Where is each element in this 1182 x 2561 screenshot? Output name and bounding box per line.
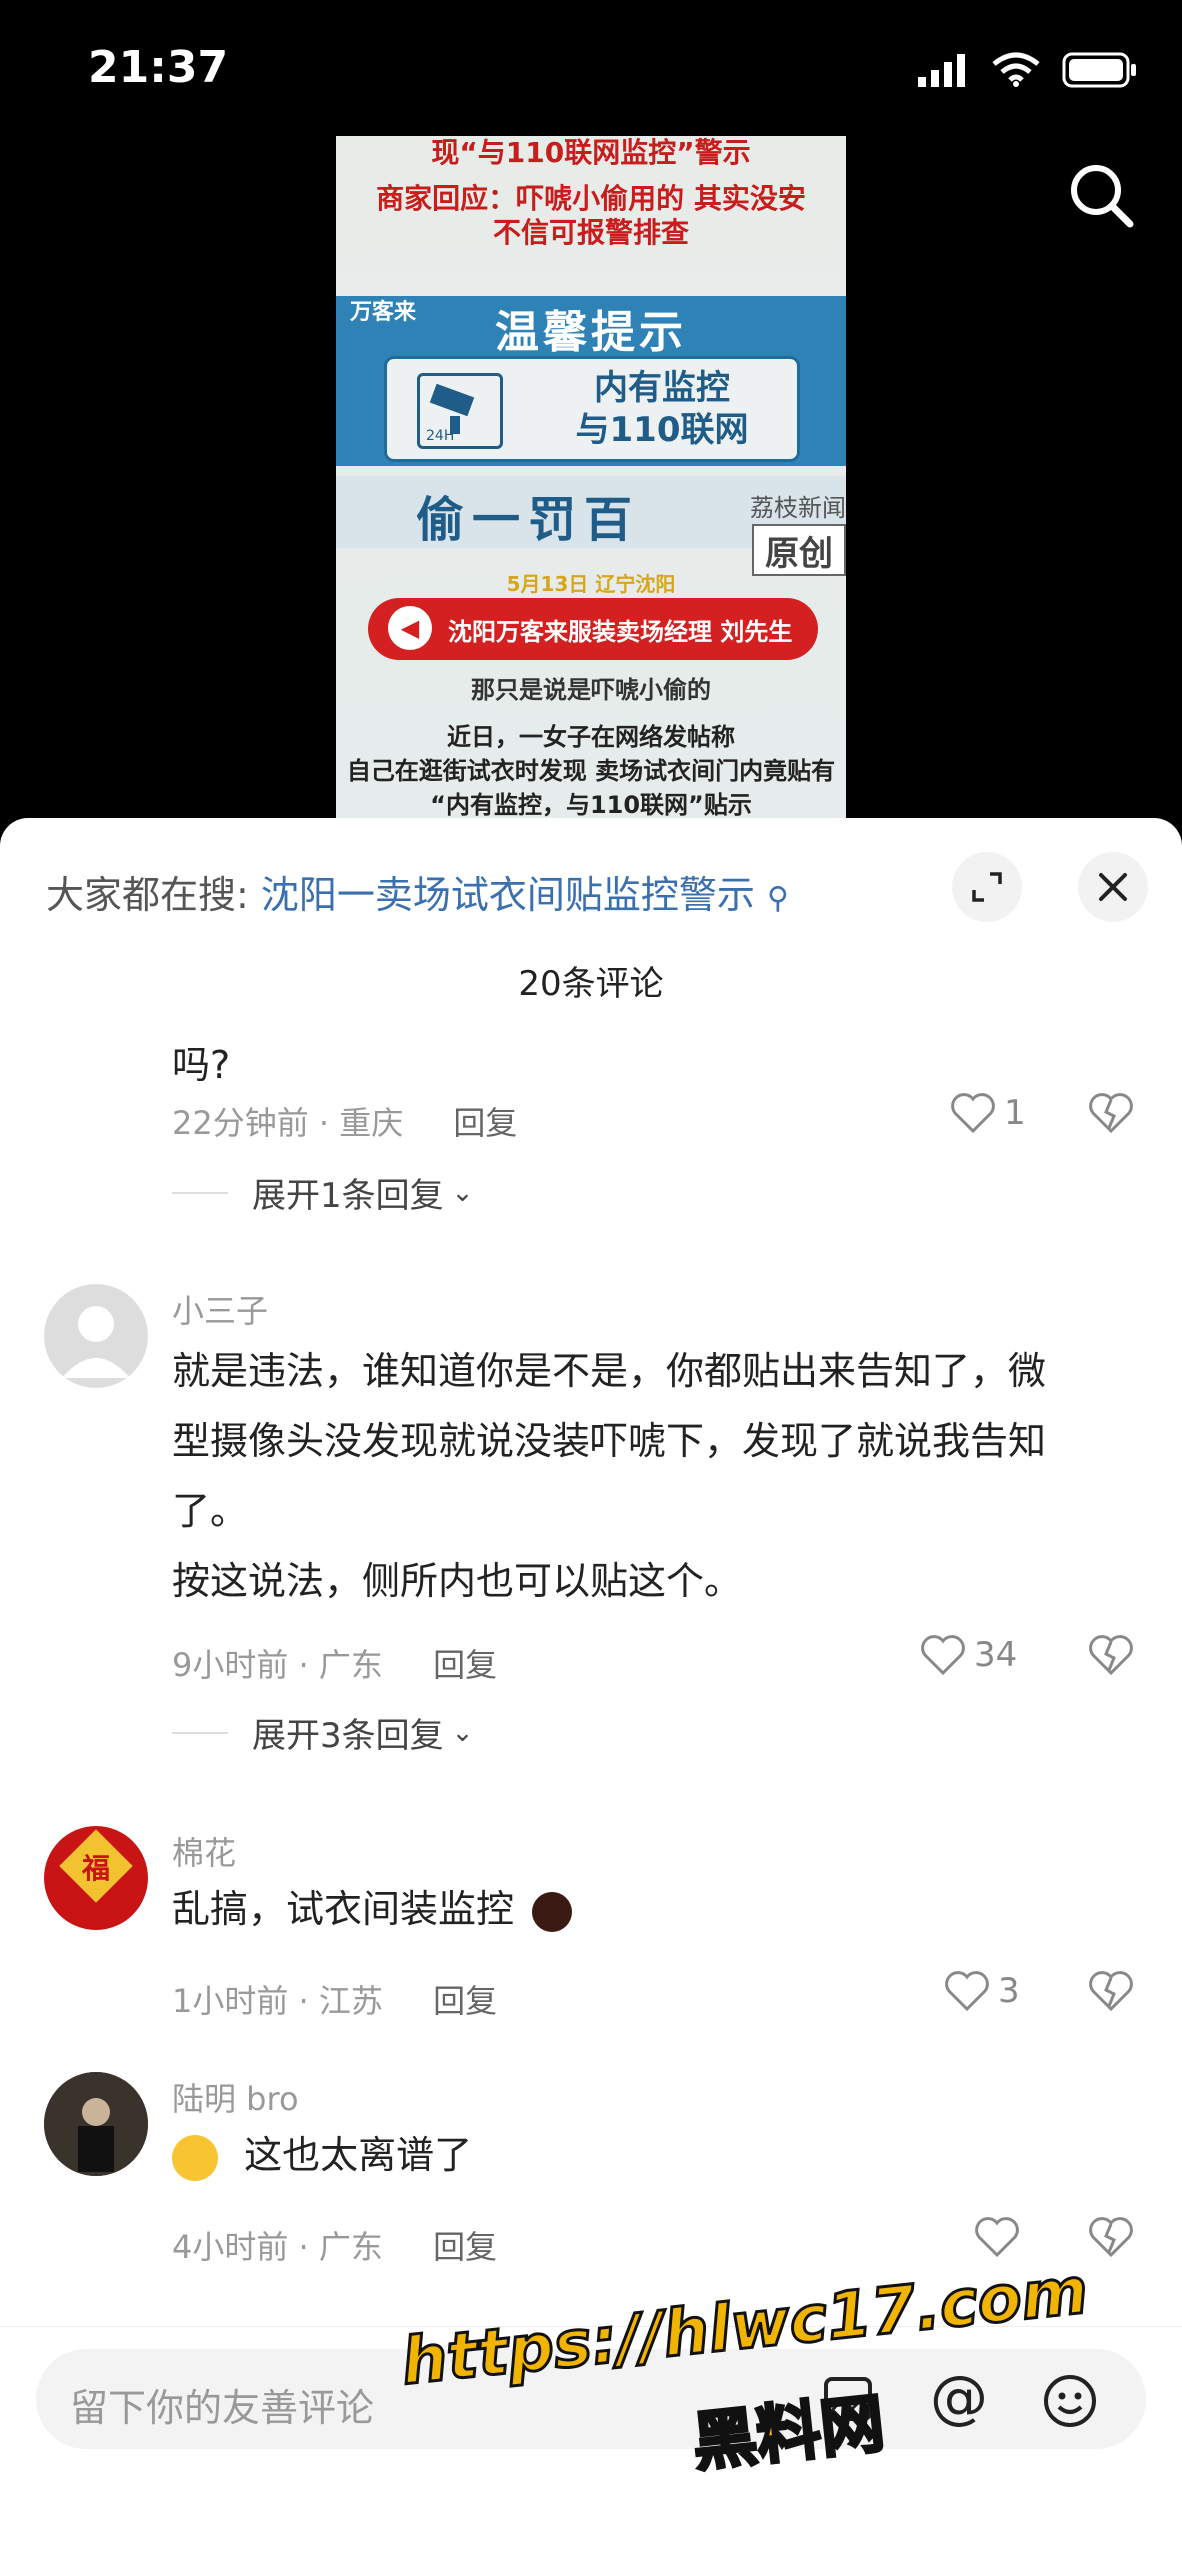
chevron-down-icon: ⌄ (451, 1717, 474, 1748)
crying-emoji-icon (172, 2134, 218, 2181)
speaker-text: 沈阳万客来服装卖场经理 刘先生 (448, 618, 793, 646)
comment-time-location: 4小时前 · 广东 (172, 2228, 383, 2266)
avatar[interactable]: 福 (44, 1826, 148, 1930)
emoji-icon[interactable] (1042, 2373, 1098, 2429)
speaker-icon: ◀ (388, 606, 432, 650)
like-count: 3 (998, 1971, 1020, 2011)
signal-icon (918, 54, 965, 87)
heart-icon (921, 1635, 965, 1676)
video-subtitle: 那只是说是吓唬小偷的 (471, 676, 711, 704)
fine-text: 偷一罚百 (416, 492, 641, 548)
dislike-button[interactable] (1088, 1970, 1134, 2016)
comment-time-location: 1小时前 · 江苏 (172, 1982, 383, 2020)
comment-meta: 4小时前 · 广东 回复 (172, 2222, 497, 2268)
comment-username[interactable]: 小三子 (172, 1286, 268, 1332)
video-frame[interactable]: 现“与110联网监控”警示 商家回应：吓唬小偷用的 其实没安 不信可报警排查 万… (336, 136, 846, 820)
svg-text:24H: 24H (426, 428, 454, 444)
heart-icon (951, 1093, 995, 1134)
hot-search-link[interactable]: 沈阳一卖场试衣间贴监控警示 (261, 873, 755, 917)
broken-heart-icon (1089, 1635, 1133, 1676)
avatar[interactable] (44, 2072, 148, 2176)
comment-body: 吗? (172, 1043, 231, 1087)
like-count: 1 (1004, 1093, 1026, 1133)
reply-button[interactable]: 回复 (433, 1982, 497, 2020)
search-icon: ⚲ (767, 881, 789, 916)
comment-time-location: 9小时前 · 广东 (172, 1646, 383, 1684)
like-button[interactable]: 3 (944, 1970, 1020, 2012)
sign-heading: 温馨提示 (495, 307, 687, 358)
video-date-location: 5月13日 辽宁沈阳 (506, 572, 676, 596)
svg-text:福: 福 (81, 1852, 110, 1885)
sign-box: 24H 内有监控 与110联网 (384, 356, 800, 462)
like-button[interactable]: 1 (950, 1092, 1026, 1134)
close-button[interactable] (1078, 852, 1148, 922)
search-icon[interactable] (1066, 160, 1136, 230)
speaker-pill: ◀ 沈阳万客来服装卖场经理 刘先生 (368, 598, 818, 660)
comment-list[interactable]: 吗? 22分钟前 · 重庆 回复 1 展开1条回复 ⌄ 小三子 就是违法，谁知道… (0, 1014, 1182, 2324)
hot-search-label: 大家都在搜: (46, 873, 249, 917)
like-button[interactable]: 34 (920, 1634, 1017, 1676)
broken-heart-icon (1089, 1093, 1133, 1134)
comment-time-location: 22分钟前 · 重庆 (172, 1104, 404, 1142)
comment-input-placeholder: 留下你的友善评论 (70, 2386, 375, 2430)
heart-icon (945, 1971, 989, 2012)
sign-box-text: 内有监控 与110联网 (575, 368, 749, 450)
status-bar: 21:37 (0, 0, 1182, 140)
reply-button[interactable]: 回复 (453, 1104, 517, 1142)
comment-count: 20条评论 (518, 964, 664, 1004)
expand-icon (972, 872, 1002, 902)
avatar[interactable] (44, 1284, 148, 1388)
status-time: 21:37 (88, 42, 229, 93)
merchant-response: 商家回应：吓唬小偷用的 其实没安 不信可报警排查 (376, 182, 806, 249)
angry-emoji-icon (532, 1891, 573, 1932)
like-count: 34 (974, 1635, 1018, 1675)
wifi-icon (992, 52, 1040, 87)
expand-replies-button[interactable]: 展开1条回复 ⌄ (172, 1168, 473, 1217)
like-button[interactable] (974, 2216, 1028, 2258)
reply-button[interactable]: 回复 (433, 2228, 497, 2266)
comment-body: 就是违法，谁知道你是不是，你都贴出来告知了，微 型摄像头没发现就说没装吓唬下，发… (172, 1349, 1047, 1603)
video-news-text: 近日，一女子在网络发帖称 自己在逛街试衣时发现 卖场试衣间门内竟贴有 “内有监控… (346, 723, 836, 819)
dislike-button[interactable] (1088, 1092, 1134, 1138)
comment-username[interactable]: 陆明 bro (172, 2074, 299, 2120)
news-source: 荔枝新闻 (750, 494, 846, 522)
battery-icon (1062, 52, 1136, 88)
broken-heart-icon (1089, 2217, 1133, 2258)
heart-icon (975, 2217, 1019, 2258)
expand-replies-button[interactable]: 展开3条回复 ⌄ (172, 1708, 473, 1757)
close-icon (1099, 873, 1127, 901)
comment-meta: 1小时前 · 江苏 回复 (172, 1976, 497, 2022)
video-title: 现“与110联网监控”警示 商家回应：吓唬小偷用的 其实没安 不信可报警排查 (336, 136, 846, 250)
comment-username[interactable]: 棉花 (172, 1828, 236, 1874)
hot-search[interactable]: 大家都在搜: 沈阳一卖场试衣间贴监控警示 ⚲ (46, 864, 789, 919)
dislike-button[interactable] (1088, 2216, 1134, 2262)
broken-heart-icon (1089, 1971, 1133, 2012)
mention-icon[interactable]: @ (930, 2363, 988, 2431)
dislike-button[interactable] (1088, 1634, 1134, 1680)
status-icons (918, 52, 1138, 88)
comment-body: 这也太离谱了 (172, 2120, 1138, 2190)
comment-meta: 22分钟前 · 重庆 回复 (172, 1098, 517, 1144)
comment-body: 乱搞，试衣间装监控 (172, 1874, 1138, 1944)
chevron-down-icon: ⌄ (451, 1177, 474, 1208)
reply-button[interactable]: 回复 (433, 1646, 497, 1684)
comment-meta: 9小时前 · 广东 回复 (172, 1640, 497, 1686)
camera-icon: 24H (417, 373, 503, 449)
expand-button[interactable] (952, 852, 1022, 922)
